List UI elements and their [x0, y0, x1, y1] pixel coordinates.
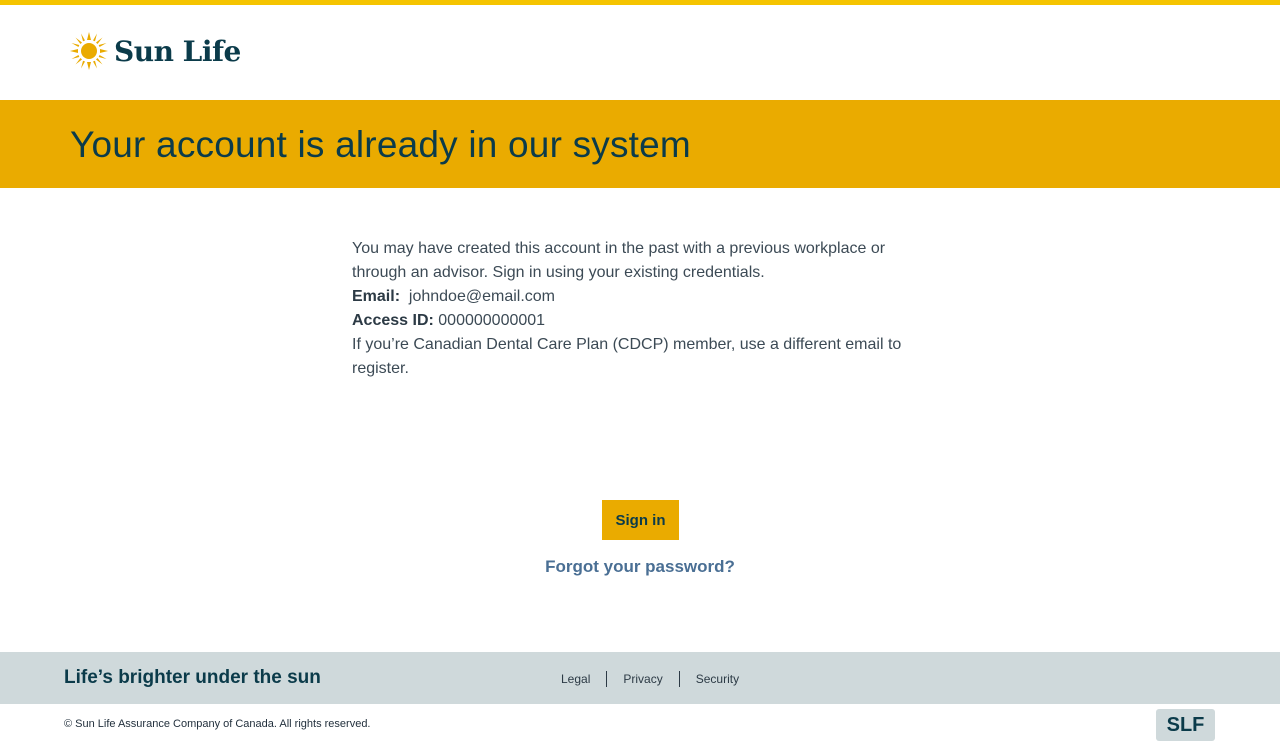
- forgot-password-container: Forgot your password?: [0, 557, 1280, 577]
- page-title: Your account is already in our system: [70, 124, 691, 165]
- access-id-label: Access ID:: [352, 312, 434, 329]
- footer-link-privacy[interactable]: Privacy: [623, 672, 662, 686]
- copyright-text: © Sun Life Assurance Company of Canada. …: [64, 718, 371, 730]
- access-id-value: 000000000001: [438, 312, 546, 329]
- footer-links: Legal Privacy Security: [561, 671, 739, 687]
- cdcp-note: If you’re Canadian Dental Care Plan (CDC…: [352, 336, 902, 377]
- sun-logo-icon: [70, 32, 108, 70]
- footer-link-security[interactable]: Security: [696, 672, 739, 686]
- footer-tagline: Life’s brighter under the sun: [64, 667, 321, 688]
- footer-bottom-bar: © Sun Life Assurance Company of Canada. …: [0, 704, 1280, 746]
- site-footer: Life’s brighter under the sun Legal Priv…: [0, 652, 1280, 704]
- footer-divider: [606, 671, 608, 687]
- email-label: Email:: [352, 288, 401, 305]
- footer-link-legal[interactable]: Legal: [561, 672, 590, 686]
- site-header: Sun Life: [0, 5, 1280, 100]
- sun-life-logo-link[interactable]: Sun Life: [68, 30, 241, 72]
- access-id-row: Access ID: 000000000001: [352, 309, 912, 333]
- brand-name: Sun Life: [114, 34, 241, 68]
- account-info: You may have created this account in the…: [352, 237, 912, 381]
- forgot-password-link[interactable]: Forgot your password?: [545, 557, 735, 576]
- page-banner: Your account is already in our system: [0, 100, 1280, 188]
- footer-divider: [678, 671, 680, 687]
- intro-text: You may have created this account in the…: [352, 240, 886, 281]
- email-value: johndoe@email.com: [408, 288, 555, 305]
- email-row: Email: johndoe@email.com: [352, 285, 912, 309]
- slf-ticker-badge: SLF: [1156, 709, 1215, 741]
- sign-in-button[interactable]: Sign in: [602, 500, 679, 540]
